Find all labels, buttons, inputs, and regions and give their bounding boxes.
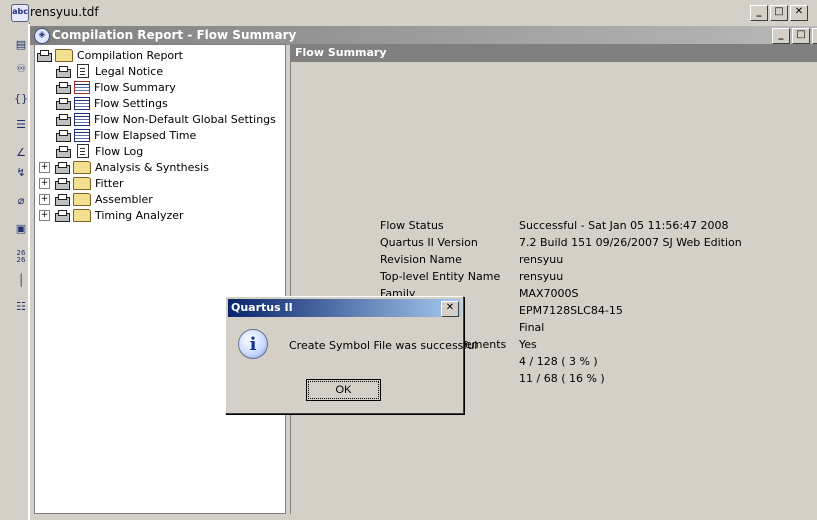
info-icon: i [238,329,268,359]
row-value: Successful - Sat Jan 05 11:56:47 2008 [519,219,729,232]
document-icon [77,64,89,78]
line-number-icon[interactable]: 26 26 [14,250,28,264]
report-window-title: Compilation Report - Flow Summary [52,28,297,42]
tree-folder-analysis-synthesis[interactable]: + Analysis & Synthesis [39,159,209,175]
row-key: Top-level Entity Name [380,270,501,283]
printer-icon [55,129,71,142]
compilation-report-window: ◈ Compilation Report - Flow Summary _ □ … [28,24,817,520]
printer-icon [55,97,71,110]
report-icon: ◈ [34,28,50,44]
row-key: Revision Name [380,253,462,266]
tree-item-label: Legal Notice [95,64,164,78]
row-value: Final [519,321,545,334]
row-key: Flow Status [380,219,444,232]
abc-file-icon: abc [11,4,29,22]
tree-item-flow-elapsed-time[interactable]: Flow Elapsed Time [55,127,196,143]
tree-folder-timing-analyzer[interactable]: + Timing Analyzer [39,207,184,223]
focus-outline [308,381,379,399]
indent-icon[interactable]: ☰ [14,118,28,132]
tree-item-flow-settings[interactable]: Flow Settings [55,95,168,111]
tree-item-label: Flow Summary [94,80,176,94]
report-title-bar[interactable]: ◈ Compilation Report - Flow Summary _ □ … [30,26,817,45]
tree-folder-label: Analysis & Synthesis [95,160,209,174]
table-icon [74,128,90,142]
row-value: EPM7128SLC84-15 [519,304,623,317]
printer-icon [36,49,52,62]
outer-minimize-button[interactable]: _ [750,5,768,21]
printer-icon [54,193,70,206]
flow-summary-panel: Flow Summary Flow Status Successful - Sa… [290,44,817,514]
row-value: 7.2 Build 151 09/26/2007 SJ Web Edition [519,236,742,249]
printer-icon [54,209,70,222]
tree-folder-fitter[interactable]: + Fitter [39,175,124,191]
list-icon[interactable]: ☷ [14,300,28,314]
printer-icon [55,65,71,78]
row-value: rensyuu [519,270,564,283]
folder-icon [73,176,91,190]
report-maximize-button[interactable]: □ [792,28,810,44]
table-icon [74,96,90,110]
flow-summary-title: Flow Summary [295,46,387,59]
printer-icon [54,161,70,174]
folder-icon [73,208,91,222]
outer-window-title: rensyuu.tdf [30,5,99,19]
outer-close-button[interactable]: ✕ [790,5,808,21]
printer-icon [54,177,70,190]
row-value: MAX7000S [519,287,579,300]
left-edge-strip [0,22,12,517]
tree-folder-assembler[interactable]: + Assembler [39,191,153,207]
dialog-title-bar[interactable]: Quartus II ✕ [228,299,461,317]
tree-item-label: Flow Non-Default Global Settings [94,112,276,126]
folder-icon [73,192,91,206]
paperclip-icon[interactable]: ⌀ [14,194,28,208]
row-value: Yes [519,338,537,351]
tree-item-legal-notice[interactable]: Legal Notice [55,63,163,79]
tree-item-label: Flow Log [95,144,144,158]
row-key: Quartus II Version [380,236,478,249]
expand-icon[interactable]: + [39,161,50,173]
tree-folder-label: Assembler [95,192,153,206]
dialog-title: Quartus II [231,301,293,314]
quartus-dialog: Quartus II ✕ i Create Symbol File was su… [225,296,477,414]
braces-icon[interactable]: {} [14,92,28,106]
flow-summary-header: Flow Summary [291,44,817,62]
printer-icon [55,145,71,158]
printer-icon [55,81,71,94]
editor-icon[interactable]: ▤ [14,38,28,52]
expand-icon[interactable]: + [39,193,50,205]
folder-open-icon [55,48,73,62]
document-icon [77,144,89,158]
tree-root-label: Compilation Report [77,48,183,62]
printer-icon [55,113,71,126]
tree-folder-label: Fitter [95,176,124,190]
binoculars-icon[interactable]: ♾ [14,62,28,76]
tree-item-label: Flow Settings [94,96,168,110]
vertical-bar-icon[interactable]: │ [14,274,28,288]
expand-icon[interactable]: + [39,177,50,189]
wand-icon[interactable]: ↯ [14,166,28,180]
row-value: 4 / 128 ( 3 % ) [519,355,598,368]
tree-item-flow-log[interactable]: Flow Log [55,143,143,159]
row-value: 11 / 68 ( 16 % ) [519,372,605,385]
tree-item-label: Flow Elapsed Time [94,128,197,142]
tree-item-flow-non-default-global-settings[interactable]: Flow Non-Default Global Settings [55,111,276,127]
page-icon[interactable]: ▣ [14,222,28,236]
tree-root[interactable]: Compilation Report [36,47,183,63]
tree-folder-label: Timing Analyzer [95,208,184,222]
report-close-button[interactable]: ✕ [812,28,817,44]
table-icon [74,112,90,126]
folder-icon [73,160,91,174]
outer-title-bar[interactable]: abc rensyuu.tdf _ □ ✕ [0,2,817,22]
outer-maximize-button[interactable]: □ [770,5,788,21]
table-icon [74,80,90,94]
tree-item-flow-summary[interactable]: Flow Summary [55,79,176,95]
pen-icon[interactable]: ∠ [14,146,28,160]
report-minimize-button[interactable]: _ [772,28,790,44]
expand-icon[interactable]: + [39,209,50,221]
row-value: rensyuu [519,253,564,266]
dialog-message: Create Symbol File was successful [289,339,478,352]
dialog-close-button[interactable]: ✕ [441,301,459,317]
report-tree[interactable]: Compilation Report Legal Notice Flow Sum… [34,44,286,514]
ok-button[interactable]: OK [306,379,381,401]
